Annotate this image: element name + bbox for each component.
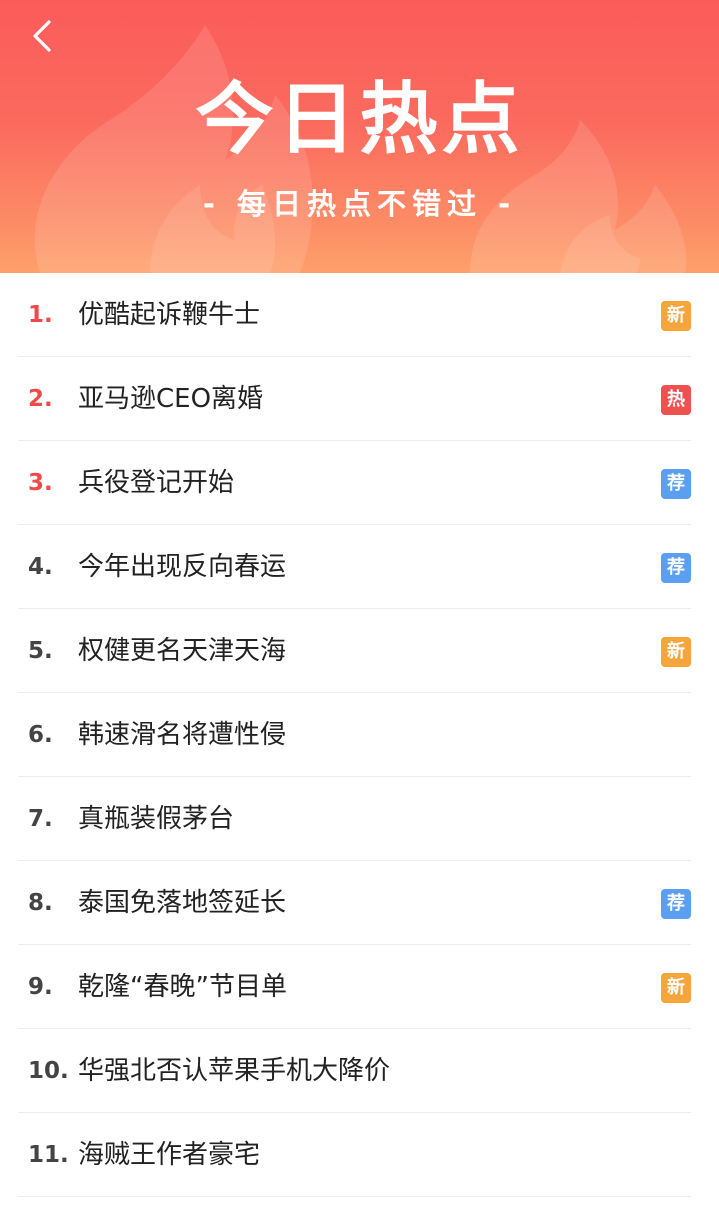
list-item[interactable]: 9. 乾隆“春晚”节目单 新 [18,945,691,1029]
rank-number: 2. [28,386,53,412]
topic-title: 泰国免落地签延长 [78,888,287,918]
topic-title: 兵役登记开始 [78,468,235,498]
status-badge: 新 [661,301,691,331]
rank-number: 7. [28,806,53,832]
topic-title: 亚马逊CEO离婚 [78,384,264,414]
topic-title: 乾隆“春晚”节目单 [78,972,287,1002]
page-subtitle: - 每日热点不错过 - [202,187,517,221]
list-item[interactable]: 6. 韩速滑名将遭性侵 [18,693,691,777]
hot-topics-page: 今日热点 - 每日热点不错过 - 1. 优酷起诉鞭牛士新 2. 亚马逊CEO离婚热 3.… [0,0,719,1215]
rank-number: 8. [28,890,53,916]
status-badge: 新 [661,973,691,1003]
rank-number: 3. [28,470,53,496]
topic-title: 今年出现反向春运 [78,552,287,582]
chevron-left-icon [33,20,51,52]
topic-title: 真瓶装假茅台 [78,804,235,834]
rank-number: 4. [28,554,53,580]
list-item[interactable]: 3. 兵役登记开始 荐 [18,441,691,525]
list-item[interactable]: 11. 海贼王作者豪宅 [18,1113,691,1197]
topic-title: 优酷起诉鞭牛士 [78,300,261,330]
hot-topic-list: 1. 优酷起诉鞭牛士新 2. 亚马逊CEO离婚热 3. 兵役登记开始荐 4. 今年出现反向春运… [0,273,719,1197]
status-badge: 荐 [661,469,691,499]
status-badge: 荐 [661,553,691,583]
back-button[interactable] [20,14,64,58]
rank-number: 10. [28,1058,69,1084]
list-item[interactable]: 10. 华强北否认苹果手机大降价 [18,1029,691,1113]
topic-title: 华强北否认苹果手机大降价 [78,1056,391,1086]
list-item[interactable]: 1. 优酷起诉鞭牛士 新 [18,273,691,357]
status-badge: 荐 [661,889,691,919]
list-item[interactable]: 7. 真瓶装假茅台 [18,777,691,861]
rank-number: 5. [28,638,53,664]
topic-title: 权健更名天津天海 [78,636,287,666]
rank-number: 9. [28,974,53,1000]
list-item[interactable]: 4. 今年出现反向春运 荐 [18,525,691,609]
status-badge: 热 [661,385,691,415]
list-item[interactable]: 8. 泰国免落地签延长 荐 [18,861,691,945]
list-item[interactable]: 5. 权健更名天津天海 新 [18,609,691,693]
rank-number: 11. [28,1142,69,1168]
status-badge: 新 [661,637,691,667]
rank-number: 6. [28,722,53,748]
topic-title: 海贼王作者豪宅 [78,1140,261,1170]
rank-number: 1. [28,302,53,328]
header-banner: 今日热点 - 每日热点不错过 - [0,0,719,273]
list-item[interactable]: 2. 亚马逊CEO离婚 热 [18,357,691,441]
topic-title: 韩速滑名将遭性侵 [78,720,287,750]
page-title: 今日热点 [195,75,524,165]
